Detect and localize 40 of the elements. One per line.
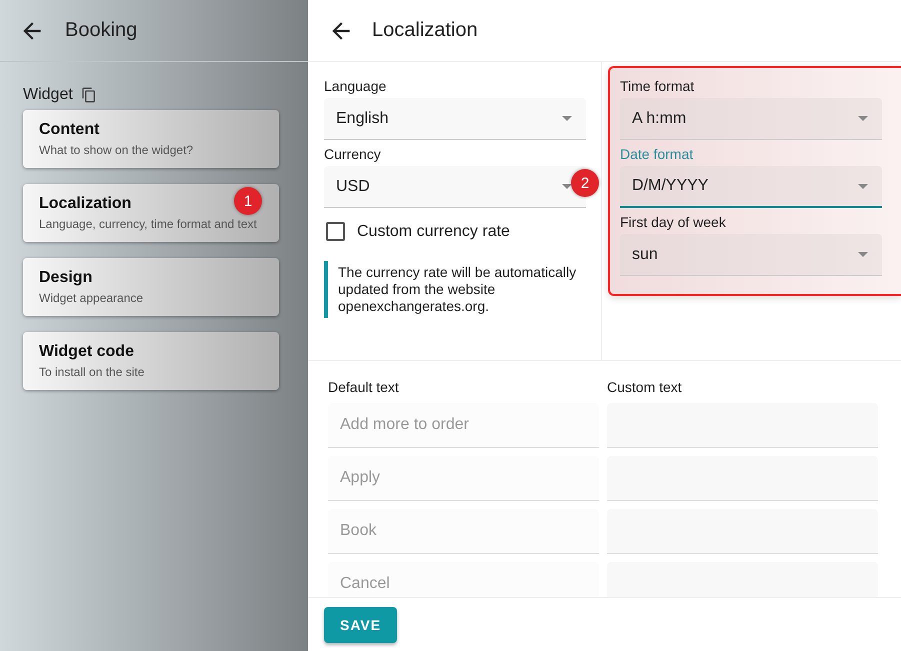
card-subtitle: What to show on the widget?: [39, 143, 194, 157]
dropdown-icon: [562, 116, 572, 121]
card-title: Design: [39, 269, 92, 287]
checkbox-label: Custom currency rate: [357, 222, 510, 240]
card-title: Widget code: [39, 343, 134, 361]
info-note: The currency rate will be automatically updated from the website openexchangerates.org.: [324, 261, 585, 318]
custom-text-field[interactable]: [607, 403, 878, 448]
field-label: Language: [324, 78, 388, 94]
select-field[interactable]: A h:mm: [620, 98, 882, 140]
dropdown-icon: [562, 184, 572, 189]
column-header: Default text: [328, 379, 400, 395]
card-subtitle: Language, currency, time format and text: [39, 217, 257, 231]
menu-card[interactable]: Design Widget appearance: [23, 258, 279, 316]
step-badge: 1: [234, 187, 262, 215]
field-label: Time format: [620, 78, 696, 94]
card-title: Localization: [39, 195, 132, 213]
select-field[interactable]: D/M/YYYY: [620, 166, 882, 208]
custom-text-field[interactable]: [607, 456, 878, 501]
select-field[interactable]: English: [324, 98, 586, 140]
menu-card[interactable]: Content What to show on the widget?: [23, 110, 279, 168]
card-title: Content: [39, 121, 100, 139]
menu-card[interactable]: Localization Language, currency, time format and text 1: [23, 184, 279, 242]
copy-icon[interactable]: [80, 87, 97, 103]
dropdown-icon: [858, 252, 868, 257]
checkbox[interactable]: [326, 222, 345, 241]
page-title: Localization: [372, 19, 478, 42]
field-label: First day of week: [620, 214, 727, 230]
select-field[interactable]: sun: [620, 234, 882, 276]
dropdown-icon: [858, 184, 868, 188]
card-subtitle: Widget appearance: [39, 291, 144, 305]
menu-card[interactable]: Widget code To install on the site: [23, 332, 279, 390]
section-label: Widget: [23, 86, 73, 104]
panel-title: Booking: [65, 19, 138, 42]
custom-text-field[interactable]: [607, 509, 878, 554]
dropdown-icon: [858, 116, 868, 121]
callout-badge: 2: [571, 169, 599, 197]
field-label: Currency: [324, 146, 382, 162]
field-label: Date format: [620, 146, 694, 162]
column-header: Custom text: [607, 379, 683, 395]
card-subtitle: To install on the site: [39, 365, 144, 379]
